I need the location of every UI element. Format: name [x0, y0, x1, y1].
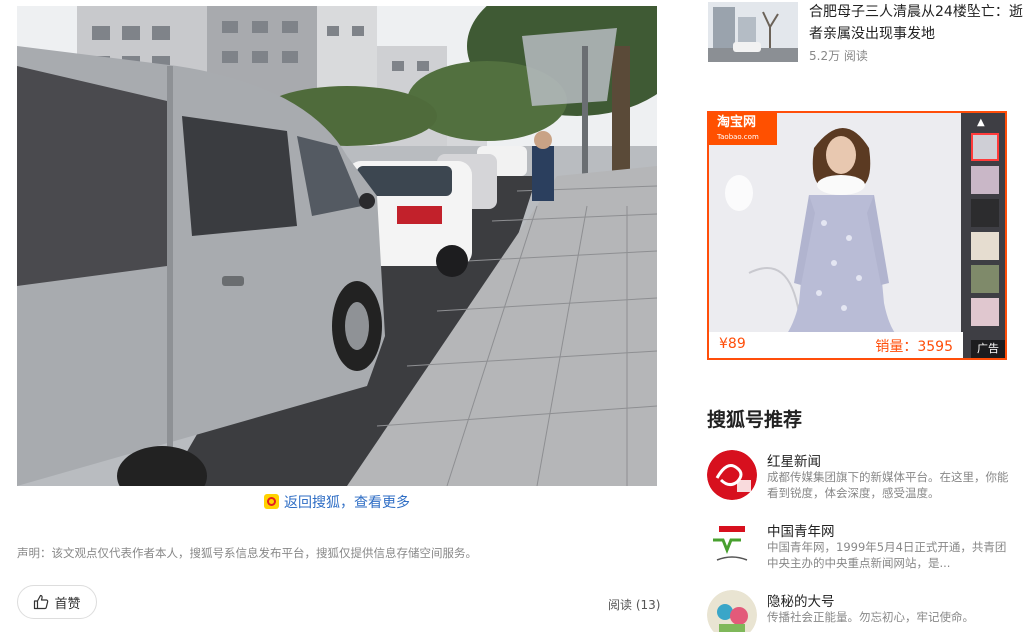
ad-thumbnail-strip: ▲ — [961, 113, 1005, 358]
recommended-account[interactable]: 隐秘的大号 传播社会正能量。勿忘初心，牢记使命。 — [707, 590, 1022, 632]
ad-product-image — [709, 113, 963, 358]
news-thumbnail — [708, 2, 798, 62]
chevron-up-icon[interactable]: ▲ — [977, 117, 985, 128]
recommend-heading: 搜狐号推荐 — [707, 409, 803, 431]
article-photo — [17, 6, 657, 486]
read-count: 阅读 (13) — [608, 598, 661, 612]
like-button[interactable]: 首赞 — [17, 585, 97, 619]
back-to-sohu-link[interactable]: 返回搜狐，查看更多 — [17, 492, 657, 512]
news-read-count: 5.2万 阅读 — [809, 49, 868, 63]
ad-price: ¥89 — [719, 336, 746, 352]
ad-tag: 广告 — [971, 340, 1005, 358]
ad-thumbnail[interactable] — [971, 232, 999, 260]
account-name[interactable]: 红星新闻 — [767, 450, 821, 470]
avatar — [707, 590, 757, 632]
account-name[interactable]: 中国青年网 — [767, 520, 835, 540]
like-label: 首赞 — [54, 596, 81, 612]
ad-thumbnail[interactable] — [971, 265, 999, 293]
avatar — [707, 450, 757, 500]
ad-sales: 销量：3595 — [875, 339, 953, 355]
thumbs-up-icon — [34, 594, 49, 610]
account-desc: 传播社会正能量。勿忘初心，牢记使命。 — [767, 610, 974, 624]
account-desc: 成都传媒集团旗下的新媒体平台。在这里，你能看到锐度，体会深度，感受温度。 — [767, 470, 1009, 500]
ad-brand-sub: Taobao.com — [717, 133, 759, 141]
ad-price-bar: ¥89 销量：3595 — [709, 332, 963, 358]
back-link-label: 返回搜狐，查看更多 — [284, 495, 410, 511]
ad-thumbnail[interactable] — [971, 166, 999, 194]
ad-brand: 淘宝网 — [717, 115, 757, 130]
sohu-logo-icon — [264, 494, 279, 509]
taobao-ad[interactable]: 淘宝网 Taobao.com ▲ ¥89 销量：3595 广告 — [707, 111, 1007, 360]
avatar — [707, 520, 757, 570]
sidebar-news-item[interactable]: 合肥母子三人清晨从24楼坠亡：逝者亲属没出现事发地 5.2万 阅读 — [708, 0, 1028, 66]
recommended-account[interactable]: 中国青年网 中国青年网，1999年5月4日正式开通，共青团中央主办的中央重点新闻… — [707, 520, 1022, 576]
article-disclaimer: 声明：该文观点仅代表作者本人，搜狐号系信息发布平台，搜狐仅提供信息存储空间服务。 — [17, 546, 477, 560]
ad-thumbnail[interactable] — [971, 199, 999, 227]
account-desc: 中国青年网，1999年5月4日正式开通，共青团中央主办的中央重点新闻网站，是..… — [767, 540, 1007, 570]
taobao-logo: 淘宝网 Taobao.com — [709, 113, 777, 145]
news-title[interactable]: 合肥母子三人清晨从24楼坠亡：逝者亲属没出现事发地 — [809, 1, 1024, 45]
ad-thumbnail[interactable] — [971, 133, 999, 161]
account-name[interactable]: 隐秘的大号 — [767, 590, 835, 610]
ad-thumbnail[interactable] — [971, 298, 999, 326]
recommended-account[interactable]: 红星新闻 成都传媒集团旗下的新媒体平台。在这里，你能看到锐度，体会深度，感受温度… — [707, 450, 1022, 506]
